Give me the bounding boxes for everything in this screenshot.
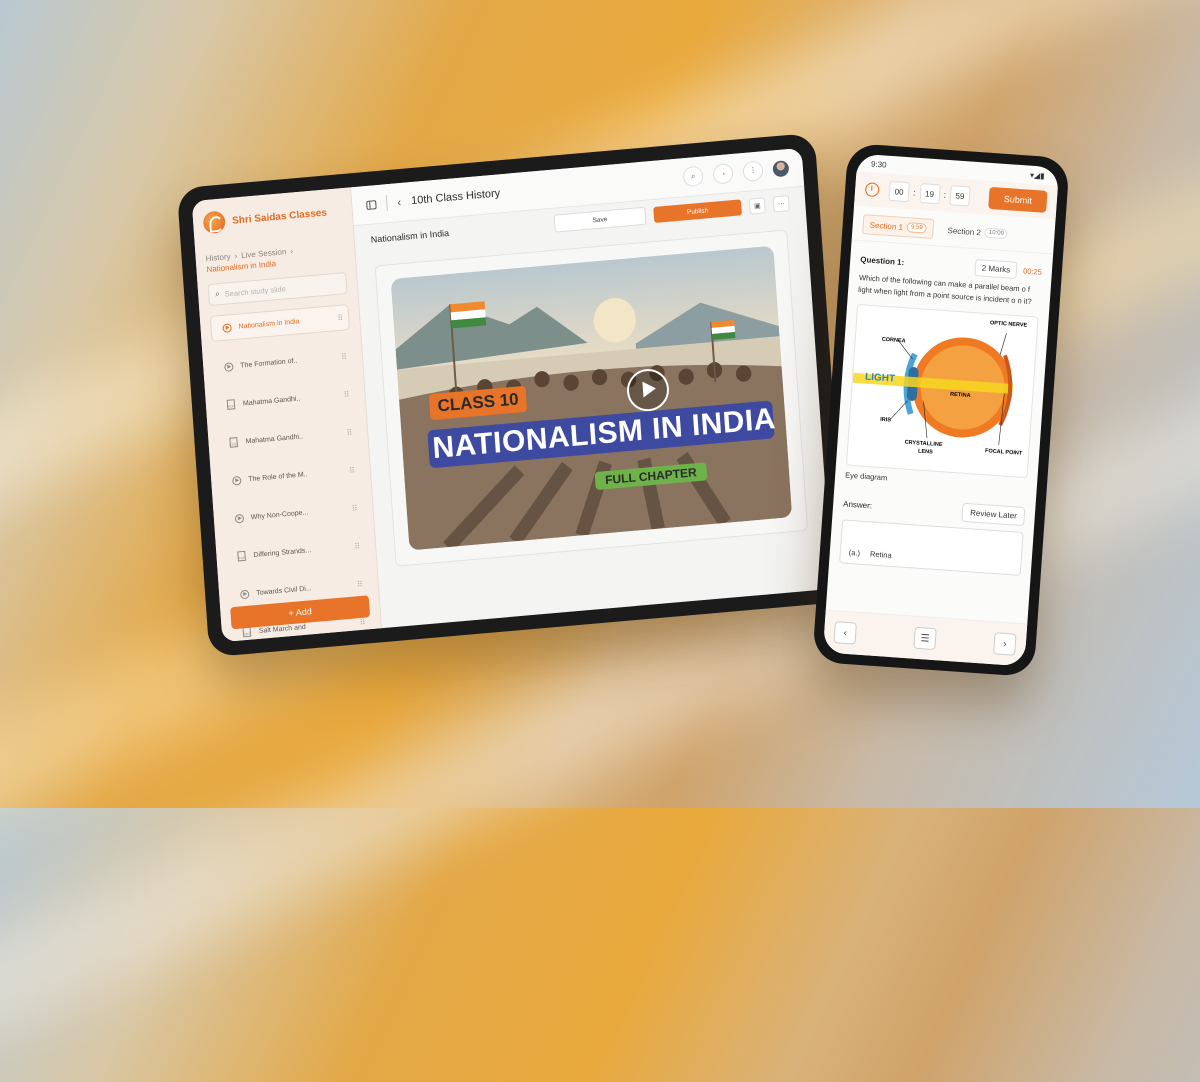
avatar[interactable] [772, 160, 790, 178]
publish-button[interactable]: Publish [653, 199, 743, 223]
timer-separator: : [912, 187, 916, 198]
timer-separator: : [943, 189, 947, 200]
back-arrow-icon[interactable]: ‹ [397, 195, 402, 209]
label-light: LIGHT [864, 371, 896, 385]
tab-label: Section 2 [947, 225, 982, 237]
slide-card: CLASS 10 NATIONALISM IN INDIA FULL CHAPT… [374, 229, 809, 567]
sidebar: Shri Saidas Classes History › Live Session… [191, 187, 382, 643]
pdf-icon: PDF [226, 399, 237, 410]
timer-icon [864, 182, 880, 198]
status-time: 9:30 [870, 159, 887, 170]
divider [385, 195, 388, 212]
tablet-screen: Shri Saidas Classes History › Live Session… [191, 147, 833, 643]
settings-sliders-icon[interactable]: ⫶ [742, 160, 764, 183]
search-icon: ⌕ [214, 289, 221, 299]
question-timer: 00:25 [1022, 266, 1043, 277]
submit-button[interactable]: Submit [988, 186, 1048, 213]
play-icon [223, 361, 234, 372]
tab-label: Section 1 [869, 220, 904, 232]
lesson-title: Nationalism in India [370, 227, 450, 245]
drag-handle-icon[interactable]: ⠿ [354, 541, 359, 550]
notification-icon[interactable]: ◔ [712, 162, 734, 185]
option-key: (a.) [848, 547, 861, 558]
main-area: ‹ 10th Class History ⌕ ◔ ⫶ Nationalism i… [351, 147, 832, 628]
option-text: Retina [869, 549, 892, 560]
label-lens-2: LENS [917, 448, 933, 456]
search-icon[interactable]: ⌕ [682, 165, 704, 188]
sidebar-item-label: The Formation of.. [240, 357, 298, 370]
drag-handle-icon[interactable]: ⠿ [337, 313, 342, 322]
video-thumbnail[interactable]: CLASS 10 NATIONALISM IN INDIA FULL CHAPT… [390, 245, 793, 551]
play-icon [234, 513, 245, 524]
play-icon [239, 589, 250, 600]
previous-icon[interactable]: ‹ [833, 621, 857, 645]
drag-handle-icon[interactable]: ⠿ [349, 466, 354, 475]
search-input[interactable]: ⌕ Search study slide [207, 272, 348, 307]
sidebar-toggle-icon[interactable] [366, 199, 377, 210]
breadcrumb-history[interactable]: History [205, 252, 230, 263]
save-disk-icon[interactable]: ▣ [748, 197, 766, 215]
save-button[interactable]: Save [553, 206, 647, 233]
doc-icon: DOC [228, 437, 239, 448]
tab-time-badge: 9:59 [906, 222, 928, 234]
drag-handle-icon[interactable]: ⠿ [341, 352, 346, 361]
brand-name: Shri Saidas Classes [231, 206, 328, 227]
tab-section-2[interactable]: Section 2 10:00 [941, 221, 1014, 244]
drag-handle-icon[interactable]: ⠿ [357, 579, 362, 588]
question-list-icon[interactable]: ☰ [913, 626, 937, 651]
timer-hours: 00 [888, 180, 910, 203]
more-options-icon[interactable]: ⋯ [772, 195, 790, 213]
tab-section-1[interactable]: Section 1 9:59 [862, 214, 935, 240]
bottom-nav: ‹ ☰ › [822, 609, 1028, 667]
tablet-device: Shri Saidas Classes History › Live Session… [176, 132, 848, 658]
chevron-right-icon: › [290, 246, 294, 256]
sidebar-item-label: Mahatma Gandhi.. [242, 394, 301, 407]
sidebar-item-label: Why Non-Coope... [250, 508, 309, 521]
timer-seconds: 59 [949, 185, 971, 207]
question-label: Question 1: [859, 255, 905, 268]
play-icon [231, 475, 242, 486]
answer-label: Answer: [842, 499, 873, 511]
breadcrumb-live-session[interactable]: Live Session [241, 247, 287, 260]
review-later-button[interactable]: Review Later [961, 502, 1026, 527]
sidebar-item-label: The Role of the M.. [247, 470, 308, 483]
phone-screen: 9:30 ▾◢▮ 00 : 19 : 59 Submit Section 1 9… [822, 153, 1060, 667]
timer-minutes: 19 [918, 183, 941, 205]
drag-handle-icon[interactable]: ⠿ [351, 503, 356, 512]
phone-device: 9:30 ▾◢▮ 00 : 19 : 59 Submit Section 1 9… [812, 142, 1070, 678]
search-placeholder: Search study slide [224, 283, 287, 299]
chevron-right-icon: › [234, 251, 238, 261]
pdf-icon: PDF [236, 550, 247, 562]
signal-battery-icon: ▾◢▮ [1029, 170, 1045, 181]
drag-handle-icon[interactable]: ⠿ [346, 428, 351, 437]
next-icon[interactable]: › [993, 632, 1017, 656]
sidebar-item-label: Towards Civil Di... [255, 584, 312, 597]
drag-handle-icon[interactable]: ⠿ [359, 617, 364, 626]
drag-handle-icon[interactable]: ⠿ [343, 390, 348, 399]
eye-diagram: OPTIC NERVE CORNEA LIGHT RETINA IRIS CRY… [845, 303, 1039, 479]
label-iris: IRIS [879, 416, 892, 424]
play-icon [221, 322, 232, 333]
brand: Shri Saidas Classes [202, 200, 343, 235]
sidebar-item[interactable]: Nationalism in India ⠿ [209, 303, 351, 342]
sidebar-item-label: Differing Strands... [253, 546, 312, 559]
sidebar-item-label: Nationalism in India [238, 317, 300, 331]
slide-list: Nationalism in India ⠿ The Formation of.. ⠿… [209, 303, 372, 642]
marks-badge: 2 Marks [974, 259, 1018, 279]
brand-logo-icon [202, 210, 226, 235]
tab-time-badge: 10:00 [984, 227, 1009, 240]
sidebar-item-label: Mahatma Gandhi.. [245, 432, 304, 445]
